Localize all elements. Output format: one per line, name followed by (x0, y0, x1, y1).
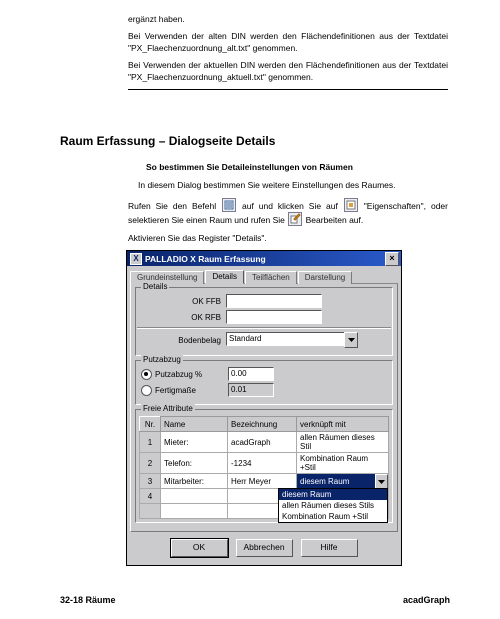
tab-darstellung[interactable]: Darstellung (298, 271, 352, 284)
label-ok-ffb: OK FFB (141, 297, 226, 306)
txt-2b: auf und klicken Sie auf (242, 201, 343, 211)
body-line-1: In diesem Dialog bestimmen Sie weitere E… (138, 180, 448, 191)
group-attributes: Freie Attribute Nr. Name Bezeichnung ver… (135, 409, 393, 523)
page-footer: 32-18 Räume acadGraph (60, 595, 450, 605)
tab-details[interactable]: Details (205, 270, 243, 284)
intro-p2: Bei Verwenden der aktuellen DIN werden d… (128, 60, 448, 83)
input-fertigmasse: 0.01 (228, 383, 274, 397)
group-putzabzug: Putzabzug Putzabzug % 0.00 Fertigmaße 0.… (135, 360, 393, 405)
cell-nr (140, 504, 161, 519)
sub-heading: So bestimmen Sie Detaileinstellungen von… (146, 162, 448, 172)
dialog-titlebar[interactable]: X PALLADIO X Raum Erfassung × (127, 251, 401, 266)
combo-bodenbelag-value[interactable]: Standard (226, 332, 345, 346)
group-putzabzug-legend: Putzabzug (141, 355, 183, 364)
cell-name[interactable]: Mieter: (161, 432, 228, 453)
divider (128, 89, 448, 90)
intro-p1: Bei Verwenden der alten DIN werden den F… (128, 31, 448, 54)
dialog-button-row: OK Abbrechen Hilfe (127, 532, 401, 565)
radio-fertigmasse[interactable] (141, 385, 152, 396)
label-putzabzug-pct: Putzabzug % (155, 370, 228, 379)
dialog-window: X PALLADIO X Raum Erfassung × Grundeinst… (126, 250, 402, 566)
intro-p0: ergänzt haben. (128, 14, 448, 25)
cell-bez[interactable]: -1234 (228, 453, 297, 474)
help-button[interactable]: Hilfe (301, 539, 358, 557)
chevron-down-icon[interactable] (344, 332, 358, 348)
footer-left: 32-18 Räume (60, 595, 116, 605)
table-row[interactable]: 3 Mitarbeiter: Herr Meyer diesem Raum di… (140, 474, 389, 489)
dropdown-option[interactable]: Kombination Raum +Stil (279, 511, 387, 522)
th-name: Name (161, 417, 228, 432)
group-details: Details OK FFB OK RFB Bodenbelag Standar… (135, 287, 393, 356)
table-header-row: Nr. Name Bezeichnung verknüpft mit (140, 417, 389, 432)
cell-nr: 2 (140, 453, 161, 474)
cancel-button[interactable]: Abbrechen (236, 539, 293, 557)
dropdown-option[interactable]: allen Räumen dieses Stils (279, 500, 387, 511)
cell-bez[interactable]: acadGraph (228, 432, 297, 453)
command-icon (222, 198, 236, 212)
cell-name[interactable] (161, 489, 228, 504)
cell-nr: 4 (140, 489, 161, 504)
cell-ver-dropdown[interactable]: diesem Raum diesem Raum allen Räumen die… (297, 474, 389, 489)
edit-icon (288, 212, 302, 226)
group-divider (137, 327, 391, 329)
cell-bez[interactable]: Herr Meyer (228, 474, 297, 489)
group-details-legend: Details (141, 282, 169, 291)
th-nr: Nr. (140, 417, 161, 432)
table-row[interactable]: 2 Telefon: -1234 Kombination Raum +Stil (140, 453, 389, 474)
cell-ver[interactable]: allen Räumen dieses Stil (297, 432, 389, 453)
txt-2a: Rufen Sie den Befehl (128, 201, 221, 211)
footer-right: acadGraph (403, 595, 450, 605)
dialog-title: PALLADIO X Raum Erfassung (145, 254, 385, 264)
table-row[interactable]: 1 Mieter: acadGraph allen Räumen dieses … (140, 432, 389, 453)
cell-name[interactable]: Mitarbeiter: (161, 474, 228, 489)
th-bezeichnung: Bezeichnung (228, 417, 297, 432)
body-line-2: Rufen Sie den Befehl auf und klicken Sie… (128, 198, 448, 227)
ok-button[interactable]: OK (171, 539, 228, 557)
label-fertigmasse: Fertigmaße (155, 386, 228, 395)
tab-teilflaechen[interactable]: Teilflächen (245, 271, 297, 284)
dropdown-option[interactable]: diesem Raum (279, 489, 387, 500)
properties-icon (344, 198, 358, 212)
close-icon[interactable]: × (385, 252, 399, 266)
group-attributes-legend: Freie Attribute (141, 404, 195, 413)
txt-2d: Bearbeiten auf. (306, 215, 364, 225)
radio-putzabzug[interactable] (141, 369, 152, 380)
section-title: Raum Erfassung – Dialogseite Details (60, 134, 448, 148)
cell-nr: 3 (140, 474, 161, 489)
body-line-3: Aktivieren Sie das Register "Details". (128, 233, 448, 244)
label-ok-rfb: OK RFB (141, 313, 226, 322)
input-putzabzug-pct[interactable]: 0.00 (228, 367, 274, 381)
cell-name[interactable] (161, 504, 228, 519)
cell-nr: 1 (140, 432, 161, 453)
input-ok-rfb[interactable] (226, 310, 322, 324)
combo-bodenbelag[interactable]: Standard (226, 332, 358, 348)
attributes-table: Nr. Name Bezeichnung verknüpft mit 1 Mie… (139, 416, 389, 519)
app-icon: X (130, 253, 142, 265)
cell-ver-value: diesem Raum (300, 477, 349, 486)
label-bodenbelag: Bodenbelag (141, 336, 226, 345)
th-verknuepft: verknüpft mit (297, 417, 389, 432)
cell-name[interactable]: Telefon: (161, 453, 228, 474)
input-ok-ffb[interactable] (226, 294, 322, 308)
tab-body: Details OK FFB OK RFB Bodenbelag Standar… (130, 284, 398, 532)
cell-ver[interactable]: Kombination Raum +Stil (297, 453, 389, 474)
tab-strip: Grundeinstellung Details Teilflächen Dar… (130, 270, 398, 284)
dropdown-list[interactable]: diesem Raum allen Räumen dieses Stils Ko… (278, 488, 388, 523)
